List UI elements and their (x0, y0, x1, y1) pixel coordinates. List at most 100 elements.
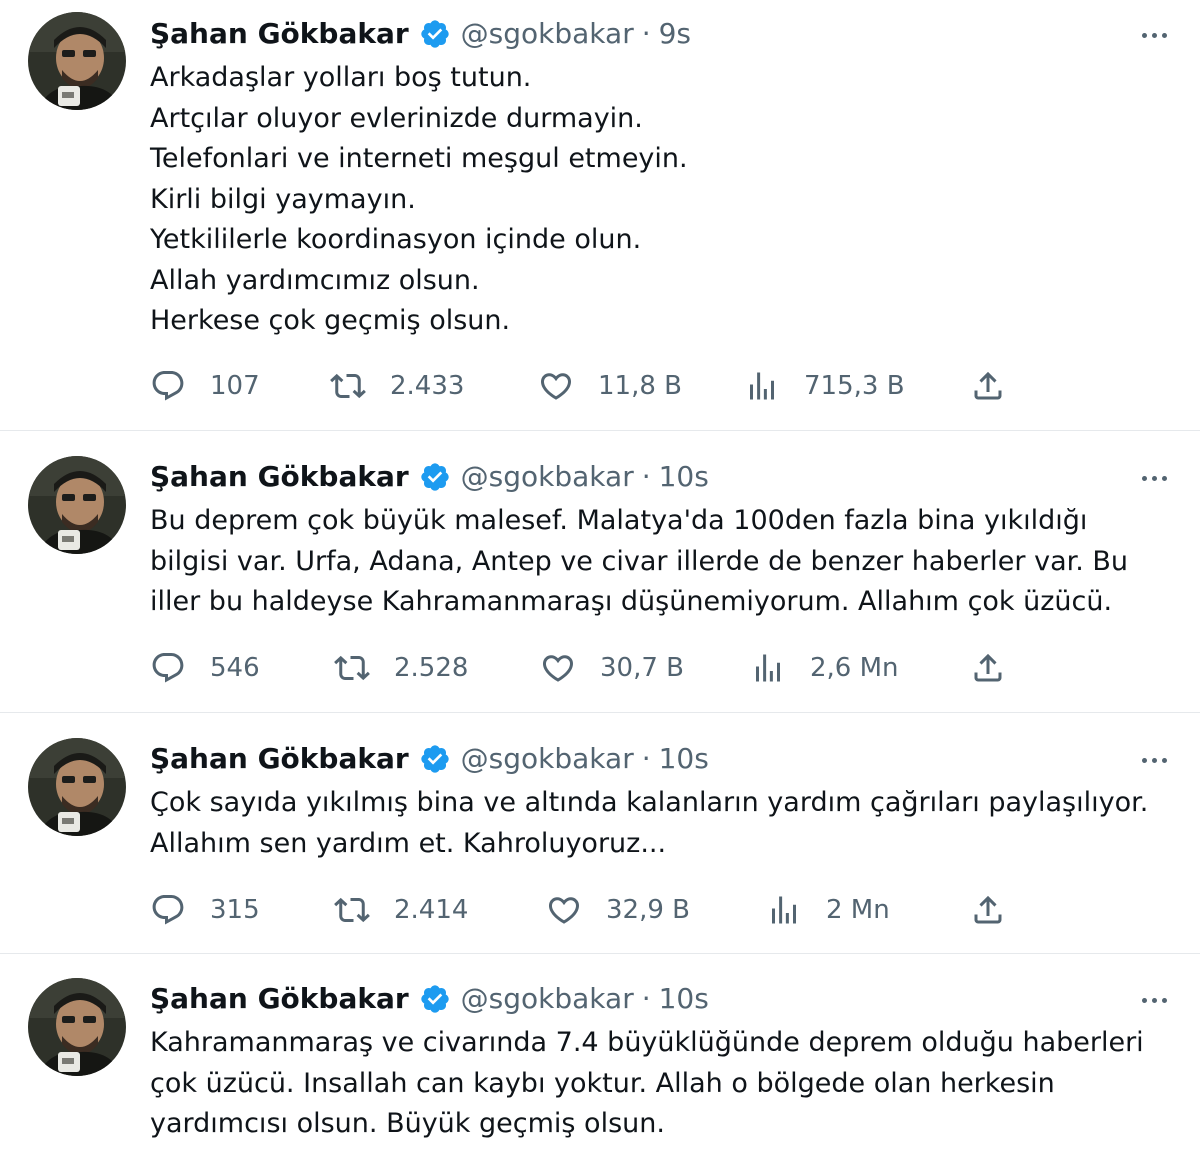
view-count: 2 Mn (826, 895, 890, 925)
retweet-arrows-icon (334, 650, 370, 686)
author-name[interactable]: Şahan Gökbakar (150, 979, 409, 1019)
tweet-text: Kahramanmaraş ve civarında 7.4 büyüklüğü… (150, 1023, 1170, 1145)
avatar[interactable] (28, 738, 126, 836)
heart-icon (546, 892, 582, 928)
author-handle[interactable]: @sgokbakar (461, 14, 634, 54)
share-button[interactable] (970, 648, 1006, 688)
bar-chart-icon (766, 892, 802, 928)
more-options-icon[interactable] (1134, 20, 1174, 50)
author-handle[interactable]: @sgokbakar (461, 979, 634, 1019)
view-count: 715,3 B (804, 371, 905, 401)
retweet-arrows-icon (330, 368, 366, 404)
tweet-header: Şahan Gökbakar @sgokbakar · 10s (150, 739, 709, 779)
separator-dot: · (641, 17, 651, 50)
tweet-text: Bu deprem çok büyük malesef. Malatya'da … (150, 501, 1170, 623)
tweet-text-line: iller bu haldeyse Kahramanmaraşı düşünem… (150, 586, 1113, 617)
share-button[interactable] (970, 366, 1006, 406)
tweet[interactable]: Şahan Gökbakar @sgokbakar · 10s Kahraman… (0, 954, 1200, 1162)
heart-icon (538, 368, 574, 404)
separator-dot: · (641, 982, 651, 1015)
author-handle[interactable]: @sgokbakar (461, 739, 634, 779)
tweet-text-line: Herkese çok geçmiş olsun. (150, 305, 511, 336)
tweet-text-line: Bu deprem çok büyük malesef. Malatya'da … (150, 505, 1088, 536)
like-count: 11,8 B (598, 371, 682, 401)
like-button[interactable]: 30,7 B (540, 648, 684, 688)
tweet-time[interactable]: 10s (659, 979, 709, 1019)
more-options-icon[interactable] (1134, 745, 1174, 775)
reply-button[interactable]: 315 (150, 890, 260, 930)
tweet-time[interactable]: 10s (659, 739, 709, 779)
more-options-icon[interactable] (1134, 463, 1174, 493)
retweet-button[interactable]: 2.414 (334, 890, 468, 930)
retweet-count: 2.414 (394, 895, 469, 925)
reply-count: 107 (210, 371, 260, 401)
author-handle[interactable]: @sgokbakar (461, 457, 634, 497)
tweet-time[interactable]: 10s (659, 457, 709, 497)
tweet-text-line: çok üzücü. Insallah can kaybı yoktur. Al… (150, 1067, 1055, 1099)
retweet-button[interactable]: 2.433 (330, 366, 464, 406)
avatar[interactable] (28, 12, 126, 110)
retweet-arrows-icon (334, 892, 370, 928)
bar-chart-icon (750, 650, 786, 686)
tweet-header: Şahan Gökbakar @sgokbakar · 10s (150, 457, 709, 497)
retweet-button[interactable]: 2.528 (334, 648, 468, 688)
tweet-text-line: Artçılar oluyor evlerinizde durmayin. (150, 102, 643, 134)
verified-badge-icon (419, 18, 451, 50)
tweet-text: Çok sayıda yıkılmış bina ve altında kala… (150, 783, 1170, 864)
tweet-text-line: Çok sayıda yıkılmış bina ve altında kala… (150, 787, 1149, 818)
bar-chart-icon (744, 368, 780, 404)
reply-bubble-icon (150, 650, 186, 686)
separator-dot: · (641, 742, 651, 775)
author-name[interactable]: Şahan Gökbakar (150, 739, 409, 779)
heart-icon (540, 650, 576, 686)
avatar[interactable] (28, 456, 126, 554)
avatar[interactable] (28, 978, 126, 1076)
reply-count: 546 (210, 653, 260, 683)
tweet[interactable]: Şahan Gökbakar @sgokbakar · 10s Bu depre… (0, 431, 1200, 712)
reply-count: 315 (210, 895, 260, 925)
verified-badge-icon (419, 743, 451, 775)
tweet-text-line: Telefonlari ve interneti meşgul etmeyin. (150, 143, 688, 174)
views-button[interactable]: 2 Mn (766, 890, 890, 930)
tweet-text-line: Kirli bilgi yaymayın. (150, 183, 416, 215)
share-upload-icon (970, 368, 1006, 404)
separator-dot: · (641, 460, 651, 493)
tweet-header: Şahan Gökbakar @sgokbakar · 10s (150, 979, 709, 1019)
like-count: 32,9 B (606, 895, 690, 925)
tweet[interactable]: Şahan Gökbakar @sgokbakar · 10s Çok sayı… (0, 713, 1200, 953)
views-button[interactable]: 2,6 Mn (750, 648, 899, 688)
tweet-text-line: Arkadaşlar yolları boş tutun. (150, 62, 532, 93)
author-name[interactable]: Şahan Gökbakar (150, 457, 409, 497)
like-count: 30,7 B (600, 653, 684, 683)
verified-badge-icon (419, 461, 451, 493)
share-upload-icon (970, 892, 1006, 928)
tweet-feed: Şahan Gökbakar @sgokbakar · 9s Arkadaşla… (0, 0, 1200, 1162)
tweet-text-line: yardımcısı olsun. Büyük geçmiş olsun. (150, 1108, 665, 1139)
author-name[interactable]: Şahan Gökbakar (150, 14, 409, 54)
tweet[interactable]: Şahan Gökbakar @sgokbakar · 9s Arkadaşla… (0, 0, 1200, 430)
tweet-actions: 315 2.414 32,9 B 2 Mn (150, 890, 1180, 930)
tweet-actions: 107 2.433 11,8 B 715,3 B (150, 366, 1180, 406)
like-button[interactable]: 11,8 B (538, 366, 682, 406)
retweet-count: 2.433 (390, 371, 465, 401)
reply-bubble-icon (150, 892, 186, 928)
reply-bubble-icon (150, 368, 186, 404)
more-options-icon[interactable] (1134, 985, 1174, 1015)
tweet-text-line: Yetkililerle koordinasyon içinde olun. (150, 224, 642, 255)
share-button[interactable] (970, 890, 1006, 930)
tweet-header: Şahan Gökbakar @sgokbakar · 9s (150, 14, 691, 54)
reply-button[interactable]: 107 (150, 366, 260, 406)
like-button[interactable]: 32,9 B (546, 890, 690, 930)
reply-button[interactable]: 546 (150, 648, 260, 688)
tweet-text: Arkadaşlar yolları boş tutun. Artçılar o… (150, 58, 1170, 342)
verified-badge-icon (419, 983, 451, 1015)
tweet-text-line: Allah yardımcımız olsun. (150, 264, 480, 296)
tweet-time[interactable]: 9s (659, 14, 691, 54)
views-button[interactable]: 715,3 B (744, 366, 905, 406)
share-upload-icon (970, 650, 1006, 686)
view-count: 2,6 Mn (810, 653, 899, 683)
tweet-actions: 546 2.528 30,7 B 2,6 Mn (150, 648, 1180, 688)
tweet-text-line: bilgisi var. Urfa, Adana, Antep ve civar… (150, 545, 1129, 577)
retweet-count: 2.528 (394, 653, 469, 683)
tweet-text-line: Allahım sen yardım et. Kahroluyoruz... (150, 827, 667, 859)
